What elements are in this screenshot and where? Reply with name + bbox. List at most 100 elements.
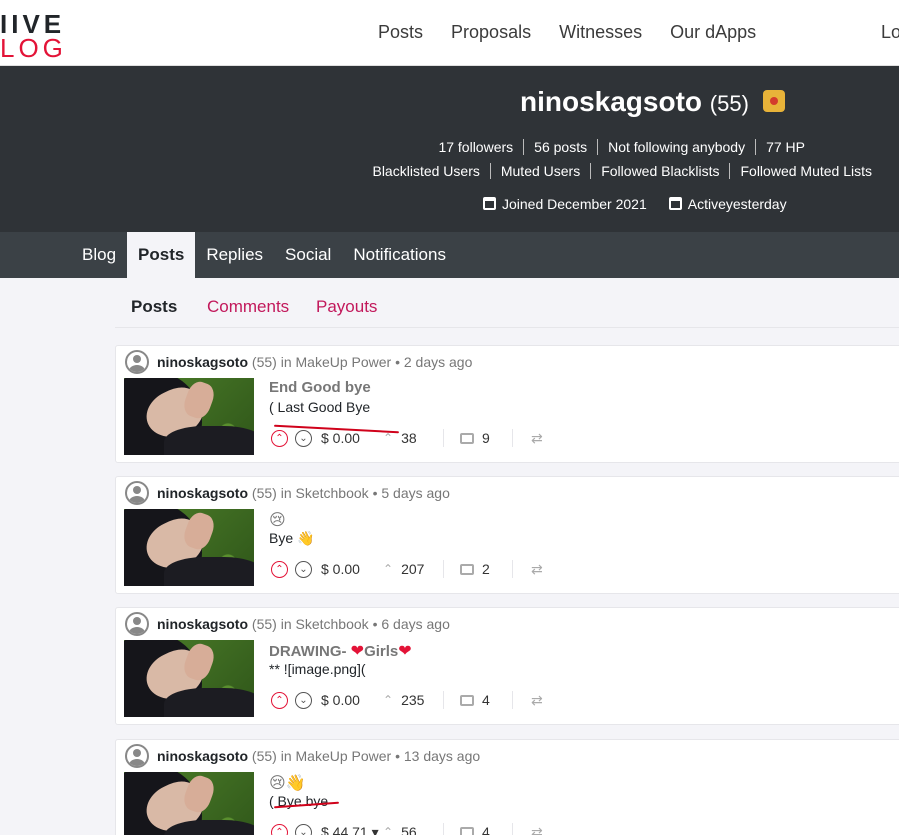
post-votes[interactable]: 38 (383, 430, 435, 446)
comment-icon (460, 826, 474, 835)
active-text: Activeyesterday (687, 196, 787, 212)
post-author[interactable]: ninoskagsoto (157, 748, 248, 764)
post-author[interactable]: ninoskagsoto (157, 354, 248, 370)
post-thumbnail[interactable] (124, 378, 254, 455)
nav-our-dapps[interactable]: Our dApps (670, 22, 756, 43)
post-community[interactable]: Sketchbook (296, 616, 369, 632)
tab-blog[interactable]: Blog (71, 232, 127, 278)
login-link[interactable]: Lo (881, 22, 899, 43)
chevron-down-icon[interactable]: ⌄ (295, 429, 312, 447)
followed-muted-lists-link[interactable]: Followed Muted Lists (729, 163, 882, 179)
post-comments[interactable]: 4 (452, 824, 504, 835)
reblog-icon[interactable]: ⇄ (521, 430, 543, 447)
post-payout[interactable]: $ 44.71 ▾ (321, 824, 383, 835)
avatar[interactable] (125, 350, 149, 374)
post-votes[interactable]: 56 (383, 824, 435, 835)
muted-users-link[interactable]: Muted Users (489, 163, 590, 179)
post-comments-count: 2 (482, 561, 490, 577)
nav-witnesses[interactable]: Witnesses (559, 22, 642, 43)
post-meta: ninoskagsoto (55) in Sketchbook • 6 days… (157, 616, 450, 632)
post-card: ninoskagsoto (55) in MakeUp Power • 13 d… (115, 739, 899, 835)
reblog-icon[interactable]: ⇄ (521, 692, 543, 709)
divider (443, 429, 444, 447)
post-payout[interactable]: $ 0.00 (321, 692, 383, 708)
post-summary[interactable]: Bye 👋 (269, 530, 314, 547)
main-nav: Posts Proposals Witnesses Our dApps (378, 22, 784, 43)
hive-blog-logo[interactable]: IIVE LOG (0, 11, 67, 61)
avatar[interactable] (125, 481, 149, 505)
chevron-down-icon[interactable]: ⌄ (295, 560, 312, 578)
post-title-part-2: Girls (364, 643, 399, 660)
subtab-posts[interactable]: Posts (131, 297, 177, 317)
tab-social[interactable]: Social (274, 232, 342, 278)
divider (512, 691, 513, 709)
post-community[interactable]: MakeUp Power (296, 748, 392, 764)
divider (512, 429, 513, 447)
followed-blacklists-link[interactable]: Followed Blacklists (590, 163, 729, 179)
top-navbar: IIVE LOG Posts Proposals Witnesses Our d… (0, 0, 899, 66)
post-title[interactable]: 😢👋 (269, 773, 306, 793)
post-time[interactable]: • 6 days ago (373, 616, 450, 632)
following-link[interactable]: Not following anybody (597, 139, 755, 155)
post-author-rep: (55) (251, 485, 277, 501)
joined-text: Joined December 2021 (502, 196, 647, 212)
post-title[interactable]: DRAWING- ❤Girls❤ (269, 641, 412, 661)
reblog-icon[interactable]: ⇄ (521, 561, 543, 578)
post-author-rep: (55) (251, 354, 277, 370)
profile-reputation: (55) (709, 91, 749, 116)
chevron-down-icon[interactable]: ⌄ (295, 691, 312, 709)
post-comments-count: 4 (482, 824, 490, 835)
divider (443, 560, 444, 578)
heart-icon: ❤ (398, 643, 412, 660)
profile-lists: Blacklisted Users Muted Users Followed B… (362, 163, 882, 179)
post-time[interactable]: • 13 days ago (395, 748, 480, 764)
avatar[interactable] (125, 744, 149, 768)
post-payout[interactable]: $ 0.00 (321, 561, 383, 577)
chevron-down-icon[interactable]: ⌄ (295, 823, 312, 835)
post-card: ninoskagsoto (55) in Sketchbook • 6 days… (115, 607, 899, 725)
avatar[interactable] (125, 612, 149, 636)
tab-notifications[interactable]: Notifications (342, 232, 457, 278)
post-time[interactable]: • 2 days ago (395, 354, 472, 370)
post-votes[interactable]: 235 (383, 692, 435, 708)
post-votes[interactable]: 207 (383, 561, 435, 577)
profile-dates: Joined December 2021 Activeyesterday (483, 196, 787, 212)
post-time[interactable]: • 5 days ago (373, 485, 450, 501)
reblog-icon[interactable]: ⇄ (521, 824, 543, 835)
blacklisted-users-link[interactable]: Blacklisted Users (362, 163, 489, 179)
post-community[interactable]: Sketchbook (296, 485, 369, 501)
post-title[interactable]: End Good bye (269, 379, 371, 396)
followers-link[interactable]: 17 followers (428, 139, 523, 155)
post-author[interactable]: ninoskagsoto (157, 616, 248, 632)
post-summary[interactable]: ** ![image.png]( (269, 661, 366, 677)
post-comments[interactable]: 9 (452, 430, 504, 446)
post-thumbnail[interactable] (124, 772, 254, 835)
profile-name: ninoskagsoto (55) (520, 86, 785, 118)
post-comments-count: 9 (482, 430, 490, 446)
nav-proposals[interactable]: Proposals (451, 22, 531, 43)
post-comments[interactable]: 2 (452, 561, 504, 577)
chevron-up-icon[interactable]: ⌃ (271, 560, 288, 578)
post-actions: ⌃ ⌄ $ 0.00 235 4 ⇄ (271, 691, 543, 709)
chevron-up-icon[interactable]: ⌃ (271, 691, 288, 709)
badge-icon[interactable] (762, 89, 785, 112)
divider (443, 823, 444, 835)
post-title[interactable]: 😢 (269, 510, 286, 530)
post-summary[interactable]: ( Last Good Bye (269, 399, 370, 415)
subtab-payouts[interactable]: Payouts (316, 297, 377, 317)
post-thumbnail[interactable] (124, 509, 254, 586)
post-thumbnail[interactable] (124, 640, 254, 717)
post-payout[interactable]: $ 0.00 (321, 430, 383, 446)
tab-posts[interactable]: Posts (127, 232, 196, 278)
post-comments[interactable]: 4 (452, 692, 504, 708)
subtab-comments[interactable]: Comments (207, 297, 289, 317)
nav-posts[interactable]: Posts (378, 22, 423, 43)
chevron-up-icon[interactable]: ⌃ (271, 429, 288, 447)
tab-replies[interactable]: Replies (195, 232, 274, 278)
chevron-up-icon[interactable]: ⌃ (271, 823, 288, 835)
post-community[interactable]: MakeUp Power (296, 354, 392, 370)
comment-icon (460, 563, 474, 575)
post-author-rep: (55) (251, 616, 277, 632)
post-in: in (280, 354, 292, 370)
post-author[interactable]: ninoskagsoto (157, 485, 248, 501)
